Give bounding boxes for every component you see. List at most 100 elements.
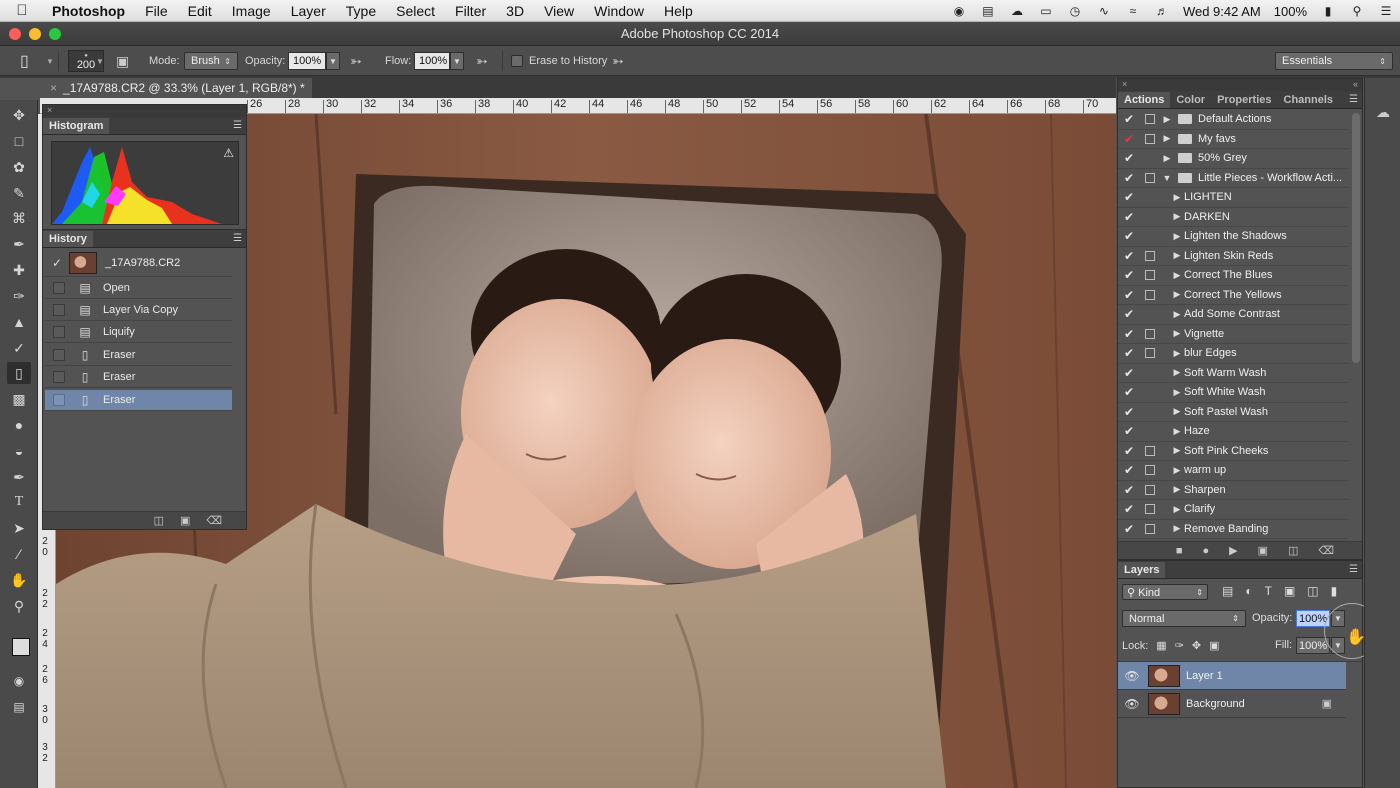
action-item[interactable]: ✔ ▶ Sharpen <box>1118 481 1348 500</box>
panel-menu-icon[interactable]: ☰ <box>1349 564 1358 575</box>
close-window-button[interactable] <box>9 28 21 40</box>
action-item[interactable]: ✔ ▶ Correct The Blues <box>1118 266 1348 286</box>
zoom-window-button[interactable] <box>49 28 61 40</box>
expand-triangle-icon[interactable]: ▶ <box>1170 270 1184 281</box>
menu-app-name[interactable]: Photoshop <box>44 3 135 19</box>
panel-menu-icon[interactable]: ☰ <box>233 120 242 131</box>
dialog-toggle[interactable] <box>1145 231 1155 241</box>
crop-tool-icon[interactable]: ⌘ <box>7 207 31 229</box>
histogram-tab[interactable]: Histogram <box>43 118 110 134</box>
dialog-toggle[interactable] <box>1145 114 1155 125</box>
action-set[interactable]: ✔ ▶ My favs <box>1118 130 1348 149</box>
clock[interactable]: Wed 9:42 AM <box>1183 4 1261 19</box>
workspace-select[interactable]: Essentials ⇕ <box>1275 52 1393 70</box>
expand-triangle-icon[interactable]: ▶ <box>1170 523 1184 534</box>
tab-properties[interactable]: Properties <box>1211 92 1277 108</box>
action-item[interactable]: ✔ ▶ Soft Pink Cheeks <box>1118 442 1348 461</box>
history-step[interactable]: ▤ Open <box>45 278 232 299</box>
trash-icon[interactable]: ⌫ <box>206 514 222 527</box>
document-tab[interactable]: × _17A9788.CR2 @ 33.3% (Layer 1, RGB/8*) … <box>42 78 312 98</box>
layer-row-selected[interactable]: 👁 Layer 1 <box>1118 662 1346 690</box>
dialog-toggle[interactable] <box>1145 368 1155 378</box>
dialog-toggle[interactable] <box>1145 445 1155 456</box>
action-item[interactable]: ✔ ▶ blur Edges <box>1118 344 1348 364</box>
dialog-toggle[interactable] <box>1145 212 1155 222</box>
path-selection-tool-icon[interactable]: ➤ <box>7 517 31 539</box>
lock-icon[interactable]: ▣ <box>1322 697 1332 710</box>
minimize-window-button[interactable] <box>29 28 41 40</box>
check-icon[interactable]: ✔ <box>1118 483 1140 497</box>
flow-dropdown-button[interactable]: ▼ <box>450 52 464 70</box>
layer-row[interactable]: 👁 Background ▣ <box>1118 690 1346 718</box>
check-icon[interactable]: ✔ <box>1118 288 1140 302</box>
eyedropper-tool-icon[interactable]: ✒ <box>7 233 31 255</box>
expand-triangle-icon[interactable]: ▶ <box>1170 192 1184 203</box>
lasso-tool-icon[interactable]: ✿ <box>7 156 31 178</box>
check-icon[interactable]: ✔ <box>1118 444 1140 458</box>
action-item[interactable]: ✔ ▶ Haze <box>1118 422 1348 442</box>
tablet-size-pressure-icon[interactable]: ➳ <box>612 46 624 76</box>
expand-triangle-icon[interactable]: ▶ <box>1170 309 1184 320</box>
marquee-tool-icon[interactable]: □ <box>7 130 31 152</box>
check-icon[interactable]: ✔ <box>1118 229 1140 243</box>
action-item[interactable]: ✔ ▶ Remove Banding <box>1118 520 1348 539</box>
battery-percent[interactable]: 100% <box>1274 4 1307 19</box>
smart-object-filter-icon[interactable]: ◫ <box>1307 584 1318 598</box>
history-step[interactable]: ▯ Eraser <box>45 367 232 388</box>
history-brush-source-checkbox[interactable] <box>53 394 65 406</box>
quick-mask-icon[interactable]: ◉ <box>7 670 31 692</box>
expand-triangle-icon[interactable]: ▶ <box>1170 504 1184 515</box>
new-document-from-state-icon[interactable]: ◫ <box>154 514 164 527</box>
expand-triangle-icon[interactable]: ▶ <box>1170 387 1184 398</box>
dialog-toggle[interactable] <box>1145 465 1155 476</box>
pixel-filter-icon[interactable]: ▤ <box>1222 584 1233 598</box>
action-item[interactable]: ✔ ▶ Soft White Wash <box>1118 383 1348 403</box>
expand-triangle-icon[interactable]: ▶ <box>1170 465 1184 476</box>
airplay-icon[interactable]: ▭ <box>1038 4 1054 18</box>
tab-color[interactable]: Color <box>1170 92 1211 108</box>
clone-stamp-tool-icon[interactable]: ▲ <box>7 311 31 333</box>
actions-scrollbar[interactable] <box>1352 113 1360 363</box>
collapse-triangle-icon[interactable]: ▼ <box>1160 173 1174 183</box>
check-icon[interactable]: ✔ <box>1118 463 1140 477</box>
check-icon[interactable]: ✔ <box>1118 424 1140 438</box>
menu-window[interactable]: Window <box>584 3 654 19</box>
trash-icon[interactable]: ⌫ <box>1318 544 1334 557</box>
brush-tool-icon[interactable]: ✑ <box>7 285 31 307</box>
eraser-preset-icon[interactable]: ▯ <box>20 46 29 76</box>
apple-menu-icon[interactable]:  <box>0 2 44 19</box>
record-icon[interactable]: ● <box>1203 545 1210 557</box>
opacity-input[interactable]: 100% <box>288 52 326 70</box>
lock-all-icon[interactable]: ▣ <box>1209 639 1219 652</box>
check-icon[interactable]: ✔ <box>1118 405 1140 419</box>
dialog-toggle[interactable] <box>1145 289 1155 300</box>
check-icon[interactable]: ✔ <box>1118 327 1140 341</box>
dialog-toggle[interactable] <box>1145 172 1155 183</box>
panel-close-icon[interactable]: × <box>1122 79 1127 89</box>
opacity-dropdown-button[interactable]: ▼ <box>326 52 340 70</box>
dialog-toggle[interactable] <box>1145 328 1155 339</box>
action-item[interactable]: ✔ ▶ Soft Pastel Wash <box>1118 403 1348 422</box>
play-icon[interactable]: ▶ <box>1229 544 1237 557</box>
brush-size-caret[interactable]: ▼ <box>96 46 104 76</box>
spotlight-search-icon[interactable]: ⚲ <box>1349 4 1365 18</box>
menu-view[interactable]: View <box>534 3 584 19</box>
expand-triangle-icon[interactable]: ▶ <box>1170 484 1184 495</box>
new-set-folder-icon[interactable]: ▣ <box>1258 544 1268 557</box>
zoom-tool-icon[interactable]: ⚲ <box>7 595 31 617</box>
collapse-panels-icon[interactable]: « <box>1353 79 1358 89</box>
airbrush-icon[interactable]: ➳ <box>476 46 488 76</box>
history-snapshot[interactable]: ✓ _17A9788.CR2 <box>45 249 232 277</box>
history-step[interactable]: ▯ Eraser <box>45 345 232 366</box>
dodge-tool-icon[interactable]: ◒ <box>7 440 31 462</box>
action-item[interactable]: ✔ ▶ Add Some Contrast <box>1118 305 1348 325</box>
layer-name[interactable]: Background <box>1186 698 1245 710</box>
expand-triangle-icon[interactable]: ▶ <box>1170 406 1184 417</box>
dialog-toggle[interactable] <box>1145 309 1155 319</box>
action-item[interactable]: ✔ ▶ Vignette <box>1118 325 1348 344</box>
type-tool-icon[interactable]: T <box>7 491 31 513</box>
eye-icon[interactable]: 👁 <box>1118 697 1146 711</box>
action-set[interactable]: ✔ ▶ Default Actions <box>1118 110 1348 130</box>
blend-mode-select[interactable]: Normal ⇕ <box>1122 610 1246 627</box>
dialog-toggle[interactable] <box>1145 192 1155 202</box>
